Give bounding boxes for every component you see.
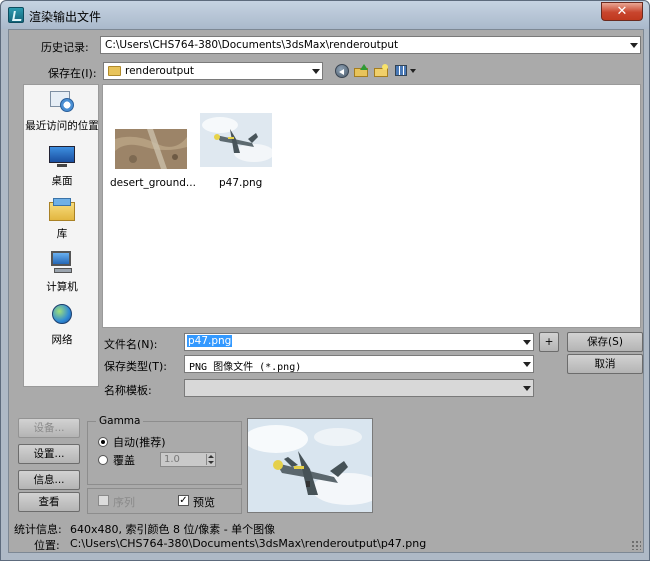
dialog-body: 历史记录: C:\Users\CHS764-380\Documents\3dsM…: [8, 29, 644, 553]
filename-label: 文件名(N):: [104, 338, 158, 351]
gamma-auto-label: 自动(推荐): [113, 436, 166, 449]
p47-preview-image: [248, 419, 372, 512]
gamma-auto-radio[interactable]: [98, 437, 108, 447]
place-libraries[interactable]: 库: [24, 197, 100, 241]
recent-places-icon: [48, 89, 76, 115]
info-button[interactable]: 信息...: [18, 470, 80, 490]
save-in-dropdown[interactable]: renderoutput: [103, 62, 323, 80]
folder-icon: [108, 66, 121, 76]
location-label: 位置:: [34, 539, 60, 552]
history-value: C:\Users\CHS764-380\Documents\3dsMax\ren…: [105, 39, 399, 51]
place-label: 计算机: [46, 281, 78, 293]
new-folder-icon[interactable]: [374, 64, 389, 78]
stats-label: 统计信息:: [14, 523, 62, 536]
computer-icon: [48, 250, 76, 276]
network-icon: [48, 303, 76, 329]
preview-label: 预览: [193, 496, 215, 509]
chevron-down-icon: [312, 69, 320, 74]
devices-button[interactable]: 设备...: [18, 418, 80, 438]
3dsmax-app-icon: [8, 7, 24, 23]
close-button[interactable]: ✕: [601, 2, 643, 21]
sequence-checkbox[interactable]: [98, 495, 109, 506]
filetype-value: PNG 图像文件 (*.png): [189, 362, 302, 373]
desert-ground-thumbnail[interactable]: [115, 129, 187, 181]
view-button[interactable]: 查看: [18, 492, 80, 512]
location-value: C:\Users\CHS764-380\Documents\3dsMax\ren…: [70, 537, 427, 550]
save-button[interactable]: 保存(S): [567, 332, 643, 352]
chevron-down-icon: [523, 362, 531, 367]
spinner-arrows-icon[interactable]: [206, 454, 214, 465]
gamma-override-value: 1.0: [164, 454, 180, 465]
gamma-override-radio[interactable]: [98, 455, 108, 465]
back-icon[interactable]: [335, 64, 349, 78]
filename-value: p47.png: [187, 335, 233, 347]
setup-button[interactable]: 设置...: [18, 444, 80, 464]
place-label: 网络: [51, 334, 73, 346]
file-name-p47[interactable]: p47.png: [219, 177, 262, 189]
cancel-button[interactable]: 取消: [567, 354, 643, 374]
file-name-desert[interactable]: desert_ground...: [110, 177, 196, 189]
place-computer[interactable]: 计算机: [24, 250, 100, 294]
preview-checkbox[interactable]: ✓: [178, 495, 189, 506]
gamma-title: Gamma: [96, 415, 144, 427]
chevron-down-icon: [630, 43, 638, 48]
place-network[interactable]: 网络: [24, 303, 100, 347]
place-label: 最近访问的位置: [25, 120, 99, 132]
gamma-override-spinner[interactable]: 1.0: [160, 452, 216, 467]
gamma-override-label: 覆盖: [113, 454, 135, 467]
history-label: 历史记录:: [41, 41, 89, 54]
sequence-label: 序列: [113, 496, 135, 509]
up-folder-icon[interactable]: [354, 64, 369, 78]
name-template-dropdown[interactable]: [184, 379, 534, 397]
save-in-value: renderoutput: [125, 65, 195, 77]
filetype-dropdown[interactable]: PNG 图像文件 (*.png): [184, 355, 534, 373]
place-label: 桌面: [51, 175, 73, 187]
place-label: 库: [56, 228, 68, 240]
filename-input[interactable]: p47.png: [184, 333, 534, 351]
history-dropdown[interactable]: C:\Users\CHS764-380\Documents\3dsMax\ren…: [100, 36, 641, 54]
p47-plane-thumbnail[interactable]: [200, 113, 272, 167]
gamma-group: Gamma 自动(推荐) 覆盖 1.0: [87, 415, 242, 485]
filetype-label: 保存类型(T):: [104, 360, 168, 373]
render-output-dialog: 渲染输出文件 ✕ 历史记录: C:\Users\CHS764-380\Docum…: [0, 0, 650, 561]
stats-value: 640x480, 索引颜色 8 位/像素 - 单个图像: [70, 523, 276, 536]
name-template-label: 名称模板:: [104, 384, 152, 397]
image-preview: [247, 418, 373, 513]
window-title: 渲染输出文件: [29, 10, 102, 24]
resize-grip[interactable]: [631, 540, 641, 550]
save-in-label: 保存在(I):: [48, 67, 97, 80]
place-desktop[interactable]: 桌面: [24, 144, 100, 188]
chevron-down-icon: [523, 386, 531, 391]
libraries-icon: [48, 197, 76, 223]
desktop-icon: [48, 144, 76, 170]
title-bar[interactable]: 渲染输出文件 ✕: [1, 1, 649, 29]
chevron-down-icon: [523, 340, 531, 345]
file-list[interactable]: desert_ground... p47.png: [102, 84, 641, 328]
add-button[interactable]: +: [539, 332, 559, 352]
options-group: 序列 ✓ 预览: [87, 488, 242, 514]
place-recent[interactable]: 最近访问的位置: [24, 89, 100, 133]
view-menu-icon[interactable]: [395, 65, 417, 77]
places-bar: 最近访问的位置 桌面 库 计算机 网络: [23, 84, 99, 387]
